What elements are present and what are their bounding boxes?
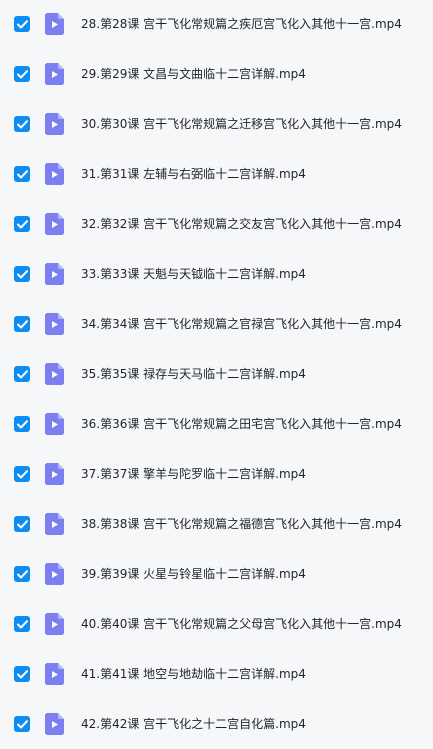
video-file-icon (45, 213, 64, 235)
file-row[interactable]: 31.第31课 左辅与右弼临十二宫详解.mp4 (0, 149, 433, 199)
file-row[interactable]: 40.第40课 宫干飞化常规篇之父母宫飞化入其他十一宫.mp4 (0, 599, 433, 649)
file-name[interactable]: 36.第36课 宫干飞化常规篇之田宅宫飞化入其他十一宫.mp4 (81, 416, 402, 432)
file-name[interactable]: 42.第42课 宫干飞化之十二宫自化篇.mp4 (81, 716, 306, 732)
file-name[interactable]: 32.第32课 宫干飞化常规篇之交友宫飞化入其他十一宫.mp4 (81, 216, 402, 232)
file-row[interactable]: 35.第35课 禄存与天马临十二宫详解.mp4 (0, 349, 433, 399)
file-row[interactable]: 29.第29课 文昌与文曲临十二宫详解.mp4 (0, 49, 433, 99)
checkbox-checked[interactable] (14, 66, 30, 82)
video-file-icon (45, 363, 64, 385)
file-row[interactable]: 39.第39课 火星与铃星临十二宫详解.mp4 (0, 549, 433, 599)
file-row[interactable]: 34.第34课 宫干飞化常规篇之官禄宫飞化入其他十一宫.mp4 (0, 299, 433, 349)
checkbox-checked[interactable] (14, 616, 30, 632)
video-file-icon (45, 113, 64, 135)
checkbox-checked[interactable] (14, 266, 30, 282)
file-row[interactable]: 41.第41课 地空与地劫临十二宫详解.mp4 (0, 649, 433, 699)
file-name[interactable]: 30.第30课 宫干飞化常规篇之迁移宫飞化入其他十一宫.mp4 (81, 116, 402, 132)
file-row[interactable]: 33.第33课 天魁与天钺临十二宫详解.mp4 (0, 249, 433, 299)
checkbox-checked[interactable] (14, 666, 30, 682)
file-name[interactable]: 34.第34课 宫干飞化常规篇之官禄宫飞化入其他十一宫.mp4 (81, 316, 402, 332)
file-name[interactable]: 35.第35课 禄存与天马临十二宫详解.mp4 (81, 366, 306, 382)
checkbox-checked[interactable] (14, 466, 30, 482)
file-name[interactable]: 39.第39课 火星与铃星临十二宫详解.mp4 (81, 566, 306, 582)
video-file-icon (45, 613, 64, 635)
video-file-icon (45, 663, 64, 685)
checkbox-checked[interactable] (14, 116, 30, 132)
video-file-icon (45, 713, 64, 735)
file-row[interactable]: 28.第28课 宫干飞化常规篇之疾厄宫飞化入其他十一宫.mp4 (0, 0, 433, 49)
checkbox-checked[interactable] (14, 16, 30, 32)
video-file-icon (45, 63, 64, 85)
file-name[interactable]: 33.第33课 天魁与天钺临十二宫详解.mp4 (81, 266, 306, 282)
video-file-icon (45, 163, 64, 185)
file-name[interactable]: 29.第29课 文昌与文曲临十二宫详解.mp4 (81, 66, 306, 82)
checkbox-checked[interactable] (14, 416, 30, 432)
checkbox-checked[interactable] (14, 366, 30, 382)
file-name[interactable]: 31.第31课 左辅与右弼临十二宫详解.mp4 (81, 166, 306, 182)
checkbox-checked[interactable] (14, 216, 30, 232)
file-name[interactable]: 37.第37课 擎羊与陀罗临十二宫详解.mp4 (81, 466, 306, 482)
checkbox-checked[interactable] (14, 166, 30, 182)
video-file-icon (45, 513, 64, 535)
file-row[interactable]: 37.第37课 擎羊与陀罗临十二宫详解.mp4 (0, 449, 433, 499)
file-row[interactable]: 38.第38课 宫干飞化常规篇之福德宫飞化入其他十一宫.mp4 (0, 499, 433, 549)
checkbox-checked[interactable] (14, 566, 30, 582)
video-file-icon (45, 563, 64, 585)
file-row[interactable]: 30.第30课 宫干飞化常规篇之迁移宫飞化入其他十一宫.mp4 (0, 99, 433, 149)
file-list: 28.第28课 宫干飞化常规篇之疾厄宫飞化入其他十一宫.mp4 29.第29课 … (0, 0, 433, 749)
file-name[interactable]: 40.第40课 宫干飞化常规篇之父母宫飞化入其他十一宫.mp4 (81, 616, 402, 632)
video-file-icon (45, 313, 64, 335)
file-name[interactable]: 28.第28课 宫干飞化常规篇之疾厄宫飞化入其他十一宫.mp4 (81, 16, 402, 32)
video-file-icon (45, 413, 64, 435)
file-row[interactable]: 36.第36课 宫干飞化常规篇之田宅宫飞化入其他十一宫.mp4 (0, 399, 433, 449)
file-name[interactable]: 41.第41课 地空与地劫临十二宫详解.mp4 (81, 666, 306, 682)
checkbox-checked[interactable] (14, 516, 30, 532)
checkbox-checked[interactable] (14, 716, 30, 732)
file-row[interactable]: 32.第32课 宫干飞化常规篇之交友宫飞化入其他十一宫.mp4 (0, 199, 433, 249)
video-file-icon (45, 13, 64, 35)
file-row[interactable]: 42.第42课 宫干飞化之十二宫自化篇.mp4 (0, 699, 433, 749)
file-name[interactable]: 38.第38课 宫干飞化常规篇之福德宫飞化入其他十一宫.mp4 (81, 516, 402, 532)
checkbox-checked[interactable] (14, 316, 30, 332)
video-file-icon (45, 263, 64, 285)
video-file-icon (45, 463, 64, 485)
